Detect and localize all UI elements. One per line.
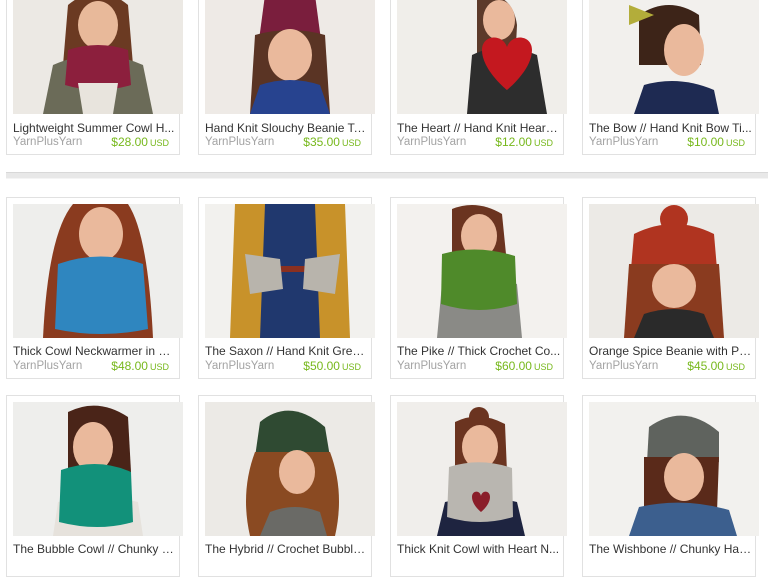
listing-card[interactable]: Thick Cowl Neckwarmer in D... YarnPlusYa… bbox=[6, 197, 183, 379]
shop-name[interactable]: YarnPlusYarn bbox=[205, 359, 274, 373]
price-currency: USD bbox=[149, 362, 169, 372]
listing-title[interactable]: The Bubble Cowl // Chunky C... bbox=[13, 542, 177, 556]
price-amount: $50.00 bbox=[303, 359, 340, 373]
listing-price: $28.00 USD bbox=[111, 135, 169, 150]
price-amount: $48.00 bbox=[111, 359, 148, 373]
gloves-photo[interactable] bbox=[205, 204, 375, 338]
section-divider bbox=[6, 172, 768, 179]
listing-price: $50.00 USD bbox=[303, 359, 361, 374]
listing-card[interactable]: The Saxon // Hand Knit Grey ... YarnPlus… bbox=[198, 197, 375, 379]
listing-title[interactable]: The Bow // Hand Knit Bow Ti... bbox=[589, 121, 753, 135]
listing-price: $45.00 USD bbox=[687, 359, 745, 374]
price-currency: USD bbox=[725, 138, 745, 148]
beanie-photo[interactable] bbox=[205, 0, 375, 114]
listing-price: $35.00 USD bbox=[303, 135, 361, 150]
shop-name[interactable]: YarnPlusYarn bbox=[13, 359, 82, 373]
listing-title[interactable]: Lightweight Summer Cowl H... bbox=[13, 121, 177, 135]
listing-title[interactable]: The Hybrid // Crochet Bubble... bbox=[205, 542, 369, 556]
shop-name[interactable]: YarnPlusYarn bbox=[13, 135, 82, 149]
price-amount: $60.00 bbox=[495, 359, 532, 373]
listing-card[interactable]: Hand Knit Slouchy Beanie Te... YarnPlusY… bbox=[198, 0, 375, 155]
listing-card[interactable]: The Pike // Thick Crochet Co... YarnPlus… bbox=[390, 197, 567, 379]
price-currency: USD bbox=[533, 138, 553, 148]
listing-card[interactable]: Orange Spice Beanie with Po... YarnPlusY… bbox=[582, 197, 759, 379]
listing-title[interactable]: The Pike // Thick Crochet Co... bbox=[397, 344, 561, 358]
listing-title[interactable]: Thick Cowl Neckwarmer in D... bbox=[13, 344, 177, 358]
price-amount: $45.00 bbox=[687, 359, 724, 373]
listing-price: $60.00 USD bbox=[495, 359, 553, 374]
price-amount: $35.00 bbox=[303, 135, 340, 149]
price-currency: USD bbox=[341, 362, 361, 372]
bow-photo[interactable] bbox=[589, 0, 759, 114]
cowl-photo[interactable] bbox=[13, 0, 183, 114]
cowl-photo[interactable] bbox=[397, 402, 567, 536]
listing-price: $48.00 USD bbox=[111, 359, 169, 374]
listing-price: $12.00 USD bbox=[495, 135, 553, 150]
cowl-photo[interactable] bbox=[13, 402, 183, 536]
listing-title[interactable]: The Heart // Hand Knit Heart ... bbox=[397, 121, 561, 135]
beanie-photo[interactable] bbox=[589, 402, 759, 536]
price-amount: $12.00 bbox=[495, 135, 532, 149]
listing-card[interactable]: Lightweight Summer Cowl H... YarnPlusYar… bbox=[6, 0, 183, 155]
shop-name[interactable]: YarnPlusYarn bbox=[589, 135, 658, 149]
beanie-photo[interactable] bbox=[589, 204, 759, 338]
listing-card[interactable]: The Heart // Hand Knit Heart ... YarnPlu… bbox=[390, 0, 567, 155]
listing-title[interactable]: Thick Knit Cowl with Heart N... bbox=[397, 542, 561, 556]
shop-name[interactable]: YarnPlusYarn bbox=[205, 135, 274, 149]
price-currency: USD bbox=[149, 138, 169, 148]
cowl-photo[interactable] bbox=[13, 204, 183, 338]
beanie-photo[interactable] bbox=[205, 402, 375, 536]
price-currency: USD bbox=[341, 138, 361, 148]
listing-title[interactable]: The Saxon // Hand Knit Grey ... bbox=[205, 344, 369, 358]
listing-card[interactable]: The Bow // Hand Knit Bow Ti... YarnPlusY… bbox=[582, 0, 759, 155]
shop-name[interactable]: YarnPlusYarn bbox=[397, 359, 466, 373]
shop-name[interactable]: YarnPlusYarn bbox=[589, 359, 658, 373]
price-amount: $28.00 bbox=[111, 135, 148, 149]
listing-title[interactable]: Hand Knit Slouchy Beanie Te... bbox=[205, 121, 369, 135]
price-currency: USD bbox=[533, 362, 553, 372]
listing-price: $10.00 USD bbox=[687, 135, 745, 150]
listing-title[interactable]: Orange Spice Beanie with Po... bbox=[589, 344, 753, 358]
heart-photo[interactable] bbox=[397, 0, 567, 114]
price-currency: USD bbox=[725, 362, 745, 372]
shop-name[interactable]: YarnPlusYarn bbox=[397, 135, 466, 149]
cowl-photo[interactable] bbox=[397, 204, 567, 338]
listing-title[interactable]: The Wishbone // Chunky Han... bbox=[589, 542, 753, 556]
price-amount: $10.00 bbox=[687, 135, 724, 149]
